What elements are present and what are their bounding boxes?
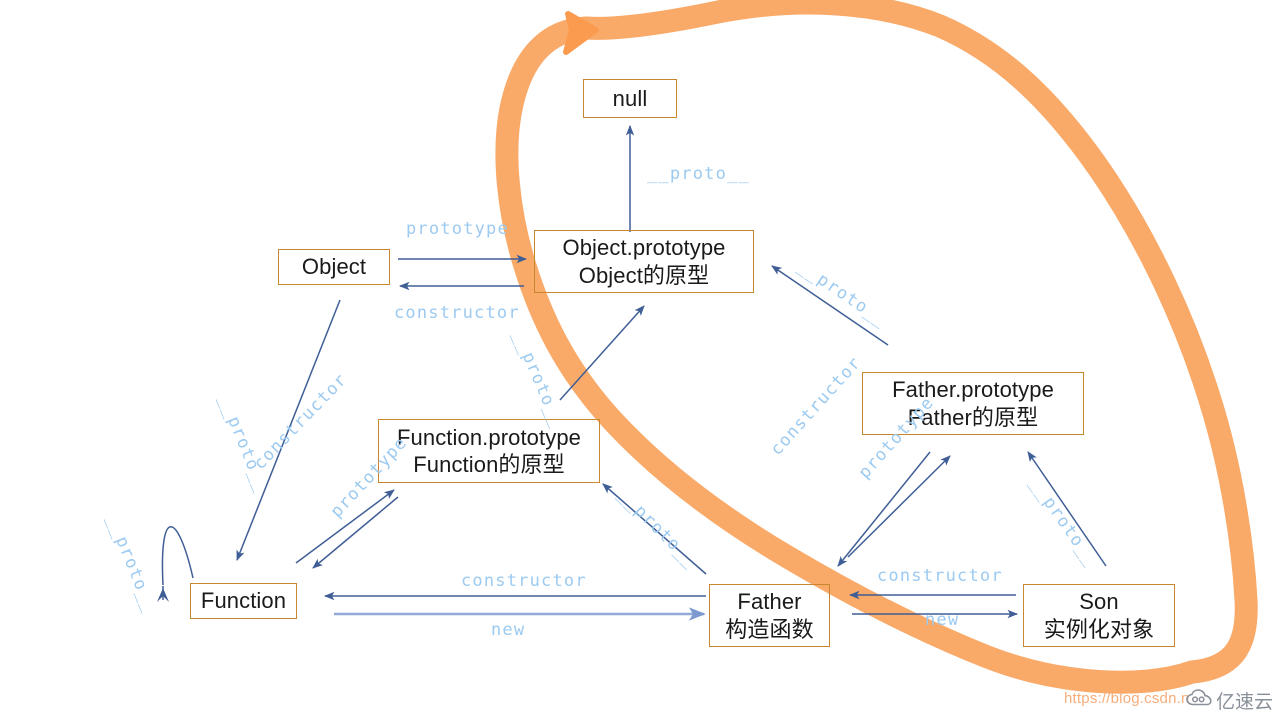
- cloud-icon: [1186, 688, 1212, 713]
- brand-label: 亿速云: [1216, 692, 1274, 713]
- brand-watermark: 亿速云: [1186, 687, 1273, 714]
- diagram-canvas: null Object Object.prototype Object的原型 F…: [0, 0, 1280, 720]
- watermark-url: https://blog.csdn.n: [1064, 690, 1190, 707]
